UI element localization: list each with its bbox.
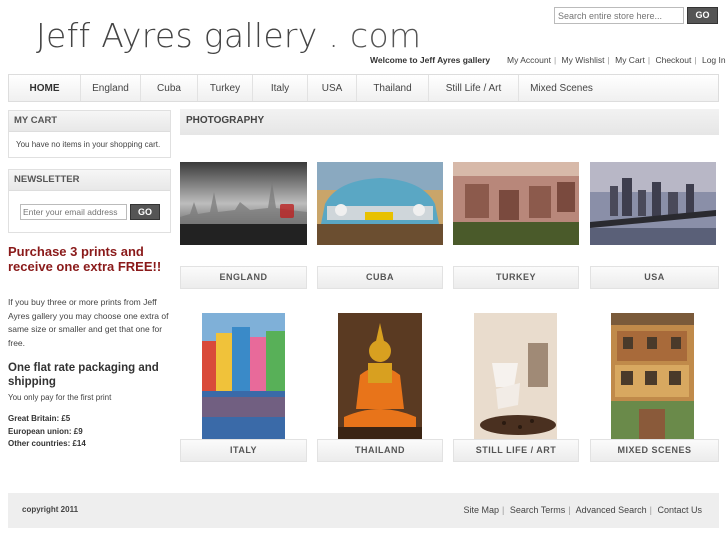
copyright: copyright 2011 [22, 505, 79, 514]
logo-domain: . com [328, 16, 422, 55]
category-mixed-scenes[interactable]: MIXED SCENES [590, 439, 719, 462]
my-cart-link[interactable]: My Cart [615, 55, 645, 65]
newsletter-title: NEWSLETTER [9, 170, 170, 191]
thailand-thumbnail[interactable] [338, 313, 422, 439]
contact-us-link[interactable]: Contact Us [657, 505, 702, 515]
cart-title: MY CART [9, 111, 170, 132]
still-life-thumbnail[interactable] [474, 313, 557, 439]
separator: | [568, 505, 571, 515]
section-title: PHOTOGRAPHY [180, 109, 719, 135]
shipping-note: You only pay for the first print [8, 393, 112, 402]
separator: | [553, 55, 557, 65]
separator: | [607, 55, 610, 65]
search-button[interactable]: GO [687, 7, 718, 24]
separator: | [649, 505, 652, 515]
nav-home[interactable]: HOME [9, 75, 81, 101]
site-map-link[interactable]: Site Map [463, 505, 499, 515]
category-thailand[interactable]: THAILAND [317, 439, 443, 462]
site-logo[interactable]: Jeff Ayres gallery . com [36, 16, 421, 55]
category-cuba[interactable]: CUBA [317, 266, 443, 289]
logo-name: Jeff Ayres gallery [36, 16, 318, 55]
turkey-thumbnail[interactable] [453, 162, 579, 245]
search-terms-link[interactable]: Search Terms [510, 505, 565, 515]
shipping-headline: One flat rate packaging and shipping [8, 362, 159, 388]
category-turkey[interactable]: TURKEY [453, 266, 579, 289]
category-italy[interactable]: ITALY [180, 439, 307, 462]
rate-eu: European union: £9 [8, 426, 83, 436]
footer: copyright 2011 Site Map | Search Terms | A… [8, 493, 719, 528]
newsletter-go-button[interactable]: GO [130, 204, 160, 220]
checkout-link[interactable]: Checkout [655, 55, 691, 65]
advanced-search-link[interactable]: Advanced Search [576, 505, 647, 515]
log-in-link[interactable]: Log In [702, 55, 726, 65]
mixed-scenes-thumbnail[interactable] [611, 313, 694, 439]
rate-gb: Great Britain: £5 [8, 414, 71, 423]
cuba-thumbnail[interactable] [317, 162, 443, 245]
newsletter-box: NEWSLETTER GO [8, 169, 171, 233]
separator: | [694, 55, 697, 65]
nav-italy[interactable]: Italy [253, 75, 308, 101]
page: Jeff Ayres gallery . com GO Welcome to J… [0, 0, 727, 545]
my-wishlist-link[interactable]: My Wishlist [562, 55, 605, 65]
nav-england[interactable]: England [81, 75, 141, 101]
italy-thumbnail[interactable] [202, 313, 285, 439]
separator: | [647, 55, 651, 65]
search-input[interactable] [554, 7, 684, 24]
separator: | [501, 505, 505, 515]
newsletter-form: GO [9, 191, 170, 237]
nav-cuba[interactable]: Cuba [141, 75, 198, 101]
rate-other: Other countries: £14 [8, 439, 86, 448]
category-still-life[interactable]: STILL LIFE / ART [453, 439, 579, 462]
search-bar: GO [554, 7, 718, 24]
welcome-message: Welcome to Jeff Ayres gallery [370, 55, 491, 65]
my-account-link[interactable]: My Account [507, 55, 551, 65]
promo-headline: Purchase 3 prints and receive one extra … [8, 244, 162, 274]
shipping-rates: Great Britain: £5 European union: £9 Oth… [8, 413, 86, 451]
main-nav: HOME England Cuba Turkey Italy USA Thail… [8, 74, 719, 102]
nav-still-life[interactable]: Still Life / Art [429, 75, 519, 101]
nav-turkey[interactable]: Turkey [198, 75, 253, 101]
account-links: My Account | My Wishlist | My Cart | Checko… [507, 55, 726, 65]
nav-mixed-scenes[interactable]: Mixed Scenes [519, 75, 604, 101]
newsletter-email-input[interactable] [20, 204, 127, 220]
cart-empty-message: You have no items in your shopping cart. [16, 140, 161, 149]
category-usa[interactable]: USA [590, 266, 719, 289]
promo-text: If you buy three or more prints from Jef… [8, 297, 169, 348]
nav-thailand[interactable]: Thailand [357, 75, 429, 101]
footer-links: Site Map | Search Terms | Advanced Search |… [463, 505, 702, 515]
category-england[interactable]: ENGLAND [180, 266, 307, 289]
usa-thumbnail[interactable] [590, 162, 716, 245]
england-thumbnail[interactable] [180, 162, 307, 245]
nav-usa[interactable]: USA [308, 75, 357, 101]
cart-box: MY CART You have no items in your shoppi… [8, 110, 171, 158]
